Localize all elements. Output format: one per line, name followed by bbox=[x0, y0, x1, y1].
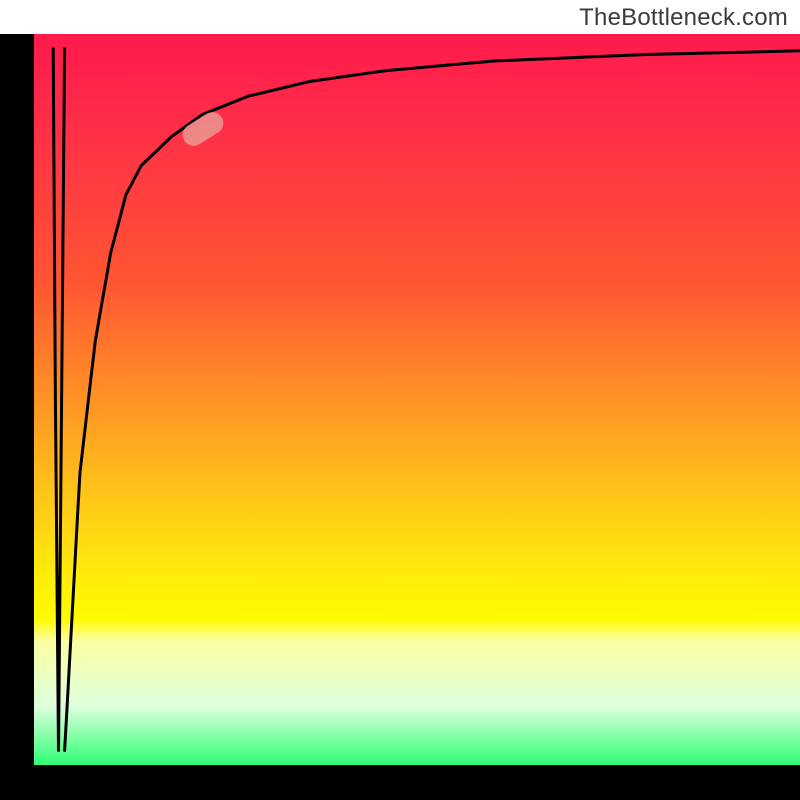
plot-area bbox=[34, 34, 800, 765]
curve-layer bbox=[34, 34, 800, 765]
log-curve bbox=[65, 51, 800, 751]
x-axis bbox=[0, 765, 800, 800]
attribution-text: TheBottleneck.com bbox=[579, 4, 788, 32]
dip-curve bbox=[53, 49, 64, 751]
y-axis bbox=[0, 34, 34, 765]
chart-container: TheBottleneck.com bbox=[0, 0, 800, 800]
